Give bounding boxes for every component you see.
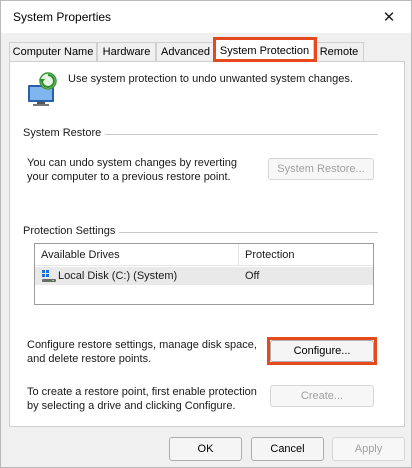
tab-label: Hardware bbox=[102, 46, 151, 58]
tab-strip: Computer Name Hardware Advanced System P… bbox=[9, 37, 405, 62]
configure-desc-line2: and delete restore points. bbox=[27, 353, 152, 365]
tab-label: Advanced bbox=[161, 46, 210, 58]
cancel-button[interactable]: Cancel bbox=[251, 437, 324, 461]
system-protection-icon bbox=[28, 72, 57, 106]
system-properties-window: System Properties ✕ Computer Name Hardwa… bbox=[0, 0, 412, 468]
tab-highlight-box bbox=[213, 37, 317, 62]
column-protection[interactable]: Protection bbox=[239, 244, 373, 266]
group-divider bbox=[98, 134, 378, 135]
configure-highlight-box bbox=[267, 337, 377, 365]
tab-label: Computer Name bbox=[12, 46, 94, 58]
tab-label: Remote bbox=[319, 46, 359, 58]
drives-list[interactable]: Available Drives Protection Local Disk (… bbox=[34, 243, 374, 305]
close-icon[interactable]: ✕ bbox=[377, 5, 401, 29]
drive-protection-status: Off bbox=[245, 270, 260, 282]
protection-settings-heading: Protection Settings bbox=[23, 225, 120, 237]
configure-desc-line1: Configure restore settings, manage disk … bbox=[27, 339, 257, 351]
tab-hardware[interactable]: Hardware bbox=[97, 42, 156, 61]
list-header: Available Drives Protection bbox=[35, 244, 373, 266]
apply-button[interactable]: Apply bbox=[332, 437, 405, 461]
create-desc-line1: To create a restore point, first enable … bbox=[27, 386, 257, 398]
list-item[interactable]: Local Disk (C:) (System) Off bbox=[35, 267, 373, 285]
tab-computer-name[interactable]: Computer Name bbox=[9, 42, 97, 61]
system-restore-desc-line1: You can undo system changes by reverting bbox=[27, 157, 237, 169]
system-restore-heading: System Restore bbox=[23, 127, 106, 139]
window-title: System Properties bbox=[13, 10, 112, 24]
column-available-drives[interactable]: Available Drives bbox=[35, 244, 238, 266]
create-button[interactable]: Create... bbox=[270, 385, 374, 407]
system-protection-panel: Use system protection to undo unwanted s… bbox=[9, 61, 405, 427]
create-desc-line2: by selecting a drive and clicking Config… bbox=[27, 400, 236, 412]
ok-button[interactable]: OK bbox=[169, 437, 242, 461]
system-restore-button[interactable]: System Restore... bbox=[268, 158, 374, 180]
title-bar: System Properties ✕ bbox=[1, 1, 411, 33]
intro-text: Use system protection to undo unwanted s… bbox=[68, 73, 353, 85]
system-restore-desc-line2: your computer to a previous restore poin… bbox=[27, 171, 231, 183]
tab-advanced[interactable]: Advanced bbox=[156, 42, 215, 61]
dialog-footer: OK Cancel Apply bbox=[1, 431, 411, 467]
group-divider bbox=[116, 232, 378, 233]
tab-remote[interactable]: Remote bbox=[314, 42, 364, 61]
disk-icon bbox=[42, 270, 56, 282]
drive-name: Local Disk (C:) (System) bbox=[58, 270, 178, 282]
